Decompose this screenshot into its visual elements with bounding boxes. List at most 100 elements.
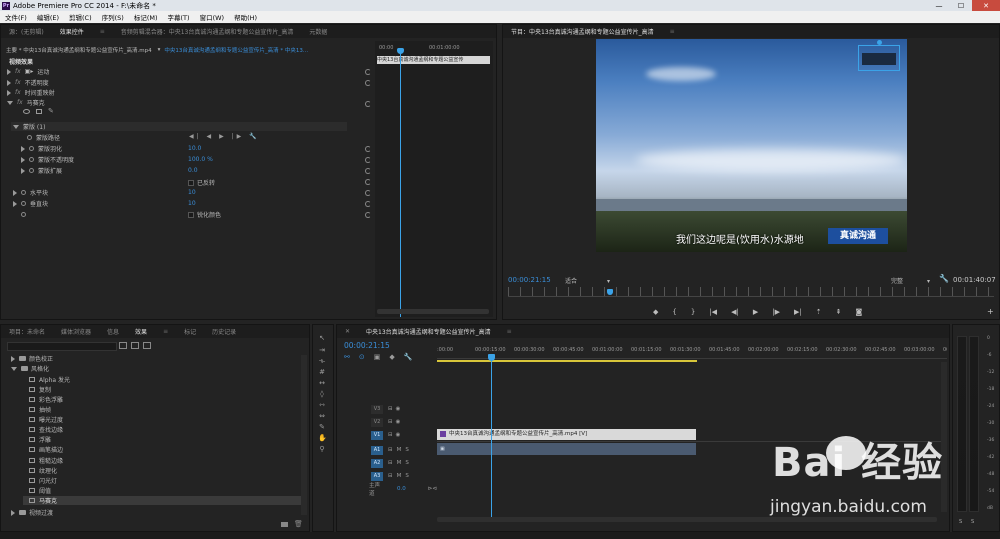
selection-tool-icon[interactable]: ↖ — [318, 334, 326, 342]
effect-item[interactable]: Alpha 发光 — [29, 375, 70, 384]
track-label-a2[interactable]: A2 — [371, 458, 383, 468]
track-select-tool-icon[interactable]: ⇥ — [318, 346, 326, 354]
folder-video-transitions[interactable]: 视频过渡 — [11, 508, 53, 517]
menu-window[interactable]: 窗口(W) — [195, 12, 230, 22]
audio-clip-a1[interactable]: ▣ — [437, 443, 696, 455]
track-label-a3[interactable]: A3 — [371, 471, 383, 481]
sync-lock-icon[interactable]: ⊟ — [388, 473, 393, 479]
track-label-a1[interactable]: A1 — [371, 445, 383, 455]
horizontal-blocks-value[interactable]: 10 — [188, 188, 196, 197]
hand-tool-icon[interactable]: ✋ — [318, 434, 327, 442]
effect-item-mosaic[interactable]: 马赛克 — [29, 496, 57, 505]
close-button[interactable]: ✕ — [972, 0, 1000, 11]
timeline-playhead-line[interactable] — [491, 360, 492, 520]
right-solo-button[interactable]: S — [971, 519, 974, 525]
go-to-out-icon[interactable]: ▶| — [794, 308, 802, 316]
reset-icon[interactable] — [365, 201, 371, 207]
reset-icon[interactable] — [365, 101, 371, 107]
left-solo-button[interactable]: S — [959, 519, 962, 525]
solo-button[interactable]: S — [405, 473, 409, 479]
minimize-button[interactable]: — — [928, 0, 950, 11]
master-volume-value[interactable]: 0.0 — [397, 486, 406, 492]
effect-item[interactable]: 复制 — [29, 385, 51, 394]
mask-row[interactable] — [11, 122, 347, 131]
effect-item[interactable]: 纹理化 — [29, 466, 57, 475]
effect-controls-mini-timeline[interactable] — [375, 41, 493, 317]
go-to-in-icon[interactable]: |◀ — [709, 308, 717, 316]
fx-mosaic[interactable]: fx 马赛克 — [7, 98, 45, 107]
tab-metadata[interactable]: 元数据 — [301, 27, 335, 36]
slip-tool-icon[interactable]: ⇿ — [318, 401, 326, 409]
inverted-checkbox[interactable] — [188, 179, 194, 186]
accelerated-effects-icon[interactable] — [119, 342, 127, 349]
folder-stylize[interactable]: 风格化 — [11, 364, 49, 373]
track-label-v1[interactable]: V1 — [371, 430, 383, 440]
video-clip-v1[interactable]: 中央13台真诚沟通孟纲和专题公益宣传片_高清.mp4 [V] — [437, 429, 696, 440]
mute-button[interactable]: M — [397, 460, 402, 466]
effect-item[interactable]: 画笔描边 — [29, 445, 63, 454]
mask-handle[interactable] — [877, 40, 882, 45]
effect-item[interactable]: 曝光过度 — [29, 415, 63, 424]
timeline-settings-icon[interactable]: 🔧 — [404, 353, 413, 361]
effect-item[interactable]: 抽帧 — [29, 405, 51, 414]
solo-button[interactable]: S — [405, 460, 409, 466]
timeline-horizontal-scrollbar[interactable] — [437, 517, 937, 522]
mask-opacity-value[interactable]: 100.0 % — [188, 155, 213, 164]
solo-button[interactable]: S — [405, 447, 409, 453]
reset-icon[interactable] — [365, 190, 371, 196]
program-video-frame[interactable]: 我们这边呢是(饮用水)水源地 真诚沟通 — [596, 39, 907, 252]
tab-source[interactable]: 源：(无剪辑) — [1, 27, 52, 36]
folder-color-correction[interactable]: 颜色校正 — [11, 354, 53, 363]
timeline-timecode[interactable]: 00:00:21:15 — [344, 341, 390, 350]
extract-icon[interactable]: ⇞ — [836, 308, 842, 316]
sharpen-colors-checkbox-row[interactable]: 锐化颜色 — [188, 210, 221, 219]
lift-icon[interactable]: ⇡ — [816, 308, 822, 316]
mark-in-icon[interactable]: { — [672, 308, 676, 316]
effects-scrollbar[interactable] — [301, 355, 307, 515]
menu-marker[interactable]: 标记(M) — [129, 12, 163, 22]
zoom-tool-icon[interactable]: ⚲ — [318, 445, 326, 453]
sync-lock-icon[interactable]: ⊟ — [388, 419, 393, 425]
zoom-select[interactable]: 适合 ▾ — [565, 276, 610, 285]
timeline-playhead-handle[interactable] — [488, 354, 495, 361]
mute-button[interactable]: M — [397, 473, 402, 479]
fx-opacity[interactable]: fx 不透明度 — [7, 78, 49, 87]
step-back-icon[interactable]: ◀| — [731, 308, 739, 316]
tab-project[interactable]: 项目：未命名 — [1, 327, 53, 336]
timeline-ruler[interactable]: :00:00 00:00:15:00 00:00:30:00 00:00:45:… — [437, 347, 947, 359]
tab-info[interactable]: 信息 — [99, 327, 127, 336]
mini-scrollbar[interactable] — [377, 309, 489, 314]
sequence-link[interactable]: 中央13台真诚沟通孟纲和专题公益宣传片_高清 * 中央13... — [164, 46, 308, 54]
razor-tool-icon[interactable]: ◊ — [318, 390, 326, 398]
reset-icon[interactable] — [365, 157, 371, 163]
fx-time-remap[interactable]: fx 时间重映射 — [7, 88, 55, 97]
reset-icon[interactable] — [365, 212, 371, 218]
pen-mask-icon[interactable]: ✎ — [48, 108, 54, 115]
ellipse-mask-icon[interactable] — [23, 109, 30, 114]
track-label-v3[interactable]: V3 — [371, 404, 383, 414]
step-forward-icon[interactable]: |▶ — [772, 308, 780, 316]
mask-outline[interactable] — [858, 40, 900, 71]
rate-stretch-tool-icon[interactable]: ↔ — [318, 379, 326, 387]
effect-item[interactable]: 彩色浮雕 — [29, 395, 63, 404]
ripple-edit-tool-icon[interactable]: ⟛ — [318, 357, 326, 365]
effect-item[interactable]: 查找边缘 — [29, 425, 63, 434]
effects-search-input[interactable] — [7, 342, 117, 351]
maximize-button[interactable]: ☐ — [950, 0, 972, 11]
reset-icon[interactable] — [365, 179, 371, 185]
effect-item[interactable]: 粗糙边缘 — [29, 456, 63, 465]
eye-icon[interactable]: ◉ — [396, 432, 401, 438]
play-icon[interactable]: ▶ — [753, 308, 758, 316]
mask-expansion-value[interactable]: 0.0 — [188, 166, 198, 175]
program-playhead[interactable] — [607, 289, 613, 295]
fx-motion[interactable]: fx ▣▸ 运动 — [7, 67, 49, 76]
rolling-edit-tool-icon[interactable]: # — [318, 368, 326, 376]
mini-clip[interactable]: 中央13台真诚沟通孟纲和专题公益宣传 — [377, 56, 490, 64]
slide-tool-icon[interactable]: ⇔ — [318, 412, 326, 420]
tab-sequence[interactable]: 中央13台真诚沟通孟纲和专题公益宣传片_高清 — [358, 327, 499, 336]
reset-icon[interactable] — [365, 69, 371, 75]
tab-history[interactable]: 历史记录 — [204, 327, 244, 336]
tab-media-browser[interactable]: 媒体浏览器 — [53, 327, 99, 336]
menu-sequence[interactable]: 序列(S) — [97, 12, 129, 22]
mark-out-icon[interactable]: } — [691, 308, 695, 316]
